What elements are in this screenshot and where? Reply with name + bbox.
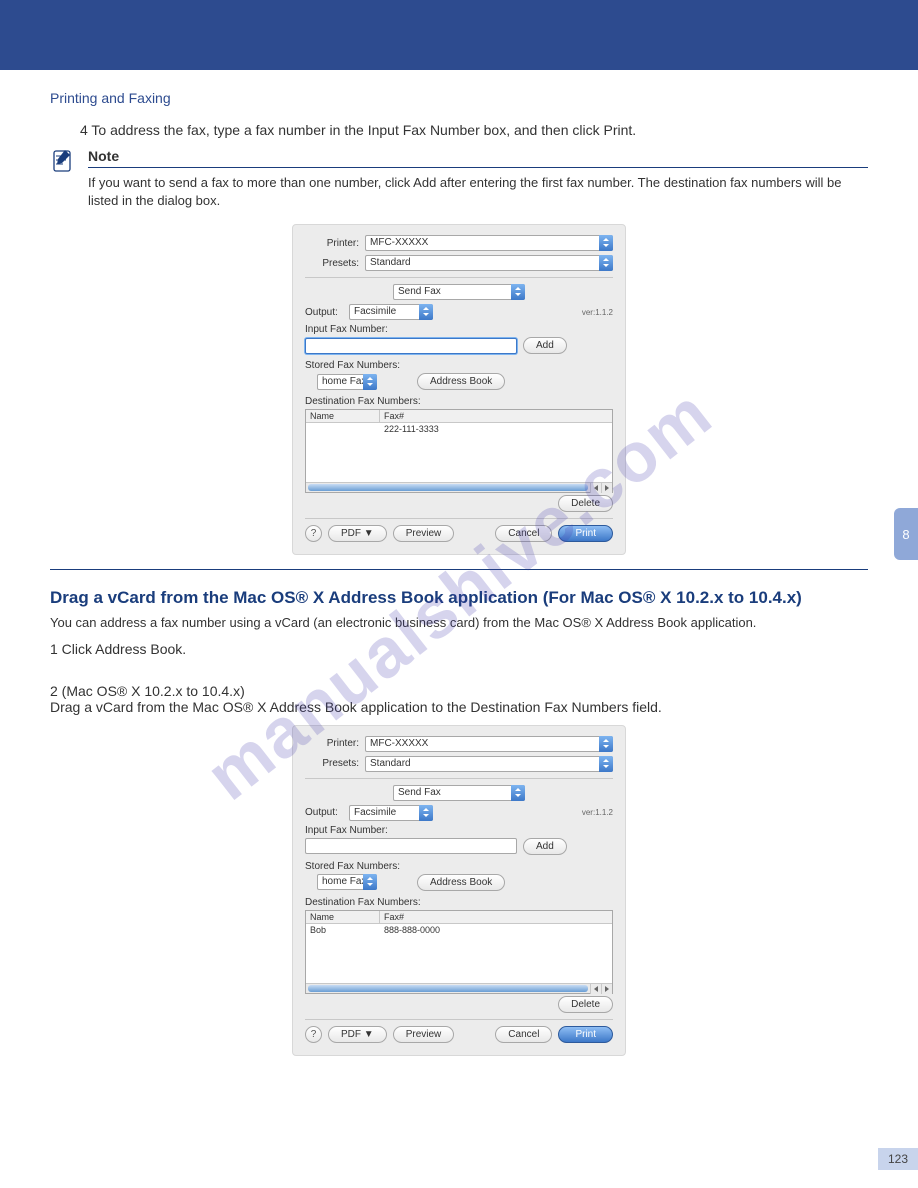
col-name: Name xyxy=(306,911,380,923)
add-button[interactable]: Add xyxy=(523,337,567,354)
printer-value: MFC-XXXXX xyxy=(370,737,428,751)
stored-label: Stored Fax Numbers: xyxy=(305,360,613,371)
output-label: Output: xyxy=(305,307,349,318)
presets-label: Presets: xyxy=(305,758,359,769)
select-arrows-icon xyxy=(599,255,613,271)
select-arrows-icon xyxy=(363,374,377,390)
help-button[interactable]: ? xyxy=(305,1026,322,1043)
print-button[interactable]: Print xyxy=(558,525,613,542)
preview-button[interactable]: Preview xyxy=(393,1026,455,1043)
breadcrumb: Printing and Faxing xyxy=(50,90,868,106)
dest-table[interactable]: Name Fax# 222-111-3333 xyxy=(305,409,613,493)
col-fax: Fax# xyxy=(380,410,612,422)
help-button[interactable]: ? xyxy=(305,525,322,542)
col-name: Name xyxy=(306,410,380,422)
stored-value: home Fax xyxy=(322,375,366,389)
page-number: 123 xyxy=(878,1148,918,1170)
panel-select[interactable]: Send Fax xyxy=(393,284,525,300)
select-arrows-icon xyxy=(511,284,525,300)
select-arrows-icon xyxy=(511,785,525,801)
presets-value: Standard xyxy=(370,256,411,270)
output-label: Output: xyxy=(305,807,349,818)
panel-value: Send Fax xyxy=(398,285,441,299)
col-fax: Fax# xyxy=(380,911,612,923)
pdf-button[interactable]: PDF ▼ xyxy=(328,525,387,542)
note-icon xyxy=(50,148,76,174)
note-text: If you want to send a fax to more than o… xyxy=(88,174,868,210)
add-button[interactable]: Add xyxy=(523,838,567,855)
fax-number-input[interactable] xyxy=(305,838,517,854)
scroll-left-icon[interactable] xyxy=(590,483,601,493)
scroll-right-icon[interactable] xyxy=(601,483,612,493)
printer-select[interactable]: MFC-XXXXX xyxy=(365,235,613,251)
stored-value: home Fax xyxy=(322,875,366,889)
cell-name: Bob xyxy=(306,924,380,936)
input-fax-label: Input Fax Number: xyxy=(305,324,613,335)
table-row: Bob 888-888-0000 xyxy=(306,924,612,936)
presets-value: Standard xyxy=(370,757,411,771)
dest-label: Destination Fax Numbers: xyxy=(305,897,613,908)
cell-fax: 222-111-3333 xyxy=(380,423,612,435)
step-text: 4 To address the fax, type a fax number … xyxy=(80,122,636,138)
panel-value: Send Fax xyxy=(398,786,441,800)
select-arrows-icon xyxy=(419,304,433,320)
printer-label: Printer: xyxy=(305,738,359,749)
input-fax-label: Input Fax Number: xyxy=(305,825,613,836)
pdf-button[interactable]: PDF ▼ xyxy=(328,1026,387,1043)
note-block: Note If you want to send a fax to more t… xyxy=(50,148,868,210)
cell-fax: 888-888-0000 xyxy=(380,924,612,936)
step1-text: 1 Click Address Book. xyxy=(50,641,186,657)
version-text: ver:1.1.2 xyxy=(582,808,613,817)
output-select[interactable]: Facsimile xyxy=(349,304,433,320)
dest-label: Destination Fax Numbers: xyxy=(305,396,613,407)
note-title: Note xyxy=(88,148,868,168)
delete-button[interactable]: Delete xyxy=(558,996,613,1013)
presets-select[interactable]: Standard xyxy=(365,756,613,772)
stored-fax-select[interactable]: home Fax xyxy=(317,374,377,390)
send-fax-dialog-2: Printer: MFC-XXXXX Presets: Standard Sen… xyxy=(292,725,626,1056)
select-arrows-icon xyxy=(599,736,613,752)
vcard-para: You can address a fax number using a vCa… xyxy=(50,614,868,632)
output-select[interactable]: Facsimile xyxy=(349,805,433,821)
side-tab: 8 xyxy=(894,508,918,560)
h-scrollbar[interactable] xyxy=(306,983,612,993)
panel-select[interactable]: Send Fax xyxy=(393,785,525,801)
preview-button[interactable]: Preview xyxy=(393,525,455,542)
scroll-right-icon[interactable] xyxy=(601,984,612,994)
print-button[interactable]: Print xyxy=(558,1026,613,1043)
printer-label: Printer: xyxy=(305,238,359,249)
cancel-button[interactable]: Cancel xyxy=(495,525,552,542)
vcard-step2: 2 (Mac OS® X 10.2.x to 10.4.x) Drag a vC… xyxy=(50,667,868,715)
dest-table[interactable]: Name Fax# Bob 888-888-0000 xyxy=(305,910,613,994)
output-value: Facsimile xyxy=(354,305,396,319)
scroll-left-icon[interactable] xyxy=(590,984,601,994)
printer-value: MFC-XXXXX xyxy=(370,236,428,250)
vcard-title: Drag a vCard from the Mac OS® X Address … xyxy=(50,588,868,608)
table-row: 222-111-3333 xyxy=(306,423,612,435)
select-arrows-icon xyxy=(363,874,377,890)
presets-label: Presets: xyxy=(305,258,359,269)
select-arrows-icon xyxy=(419,805,433,821)
presets-select[interactable]: Standard xyxy=(365,255,613,271)
printer-select[interactable]: MFC-XXXXX xyxy=(365,736,613,752)
top-bar xyxy=(0,0,918,70)
select-arrows-icon xyxy=(599,235,613,251)
fax-number-input[interactable] xyxy=(305,338,517,354)
cancel-button[interactable]: Cancel xyxy=(495,1026,552,1043)
delete-button[interactable]: Delete xyxy=(558,495,613,512)
send-fax-dialog-1: Printer: MFC-XXXXX Presets: Standard Sen… xyxy=(292,224,626,555)
output-value: Facsimile xyxy=(354,806,396,820)
address-book-button[interactable]: Address Book xyxy=(417,874,505,891)
version-text: ver:1.1.2 xyxy=(582,308,613,317)
step2-text: 2 (Mac OS® X 10.2.x to 10.4.x) Drag a vC… xyxy=(50,683,662,715)
address-book-button[interactable]: Address Book xyxy=(417,373,505,390)
h-scrollbar[interactable] xyxy=(306,482,612,492)
cell-name xyxy=(306,423,380,435)
step-4-text: 4 To address the fax, type a fax number … xyxy=(50,122,868,138)
select-arrows-icon xyxy=(599,756,613,772)
vcard-step1: 1 Click Address Book. xyxy=(50,641,868,657)
stored-label: Stored Fax Numbers: xyxy=(305,861,613,872)
stored-fax-select[interactable]: home Fax xyxy=(317,874,377,890)
